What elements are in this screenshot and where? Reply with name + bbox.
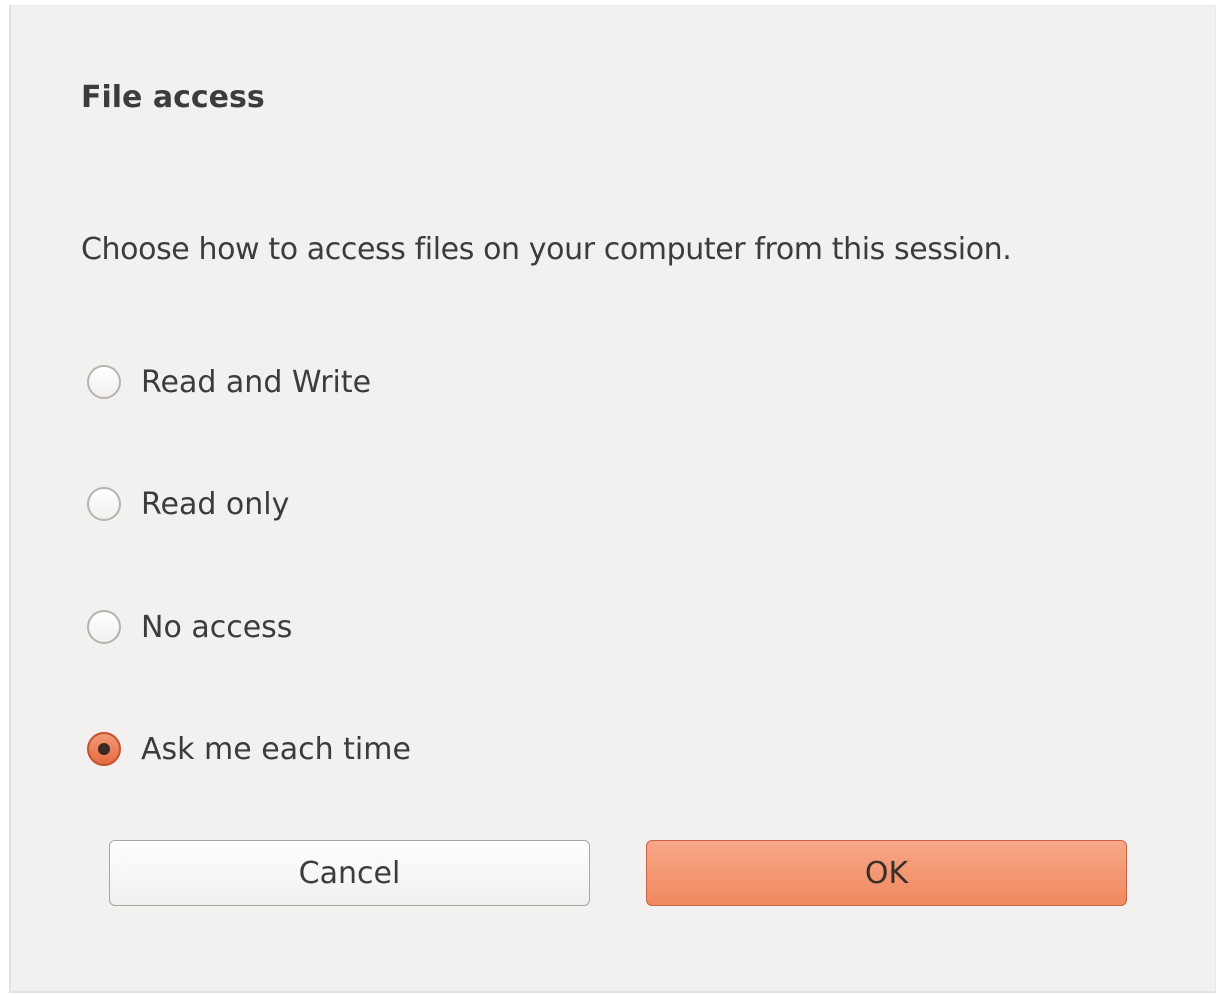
dialog-title: File access <box>81 80 265 115</box>
radio-button-read-only[interactable] <box>87 487 121 521</box>
radio-button-ask-me-each-time[interactable] <box>87 732 121 766</box>
radio-label-no-access: No access <box>141 609 293 645</box>
radio-label-ask-me-each-time: Ask me each time <box>141 731 411 767</box>
radio-button-read-and-write[interactable] <box>87 365 121 399</box>
radio-option-no-access[interactable]: No access <box>87 605 292 649</box>
radio-label-read-only: Read only <box>141 486 290 522</box>
ok-button[interactable]: OK <box>646 840 1127 906</box>
cancel-button[interactable]: Cancel <box>109 840 590 906</box>
radio-option-read-and-write[interactable]: Read and Write <box>87 360 371 404</box>
radio-option-read-only[interactable]: Read only <box>87 482 289 526</box>
radio-option-ask-me-each-time[interactable]: Ask me each time <box>87 727 411 771</box>
file-access-dialog: File access Choose how to access files o… <box>9 5 1216 993</box>
radio-selected-dot <box>98 743 110 755</box>
dialog-description: Choose how to access files on your compu… <box>81 232 1012 267</box>
radio-label-read-and-write: Read and Write <box>141 364 372 400</box>
radio-button-no-access[interactable] <box>87 610 121 644</box>
